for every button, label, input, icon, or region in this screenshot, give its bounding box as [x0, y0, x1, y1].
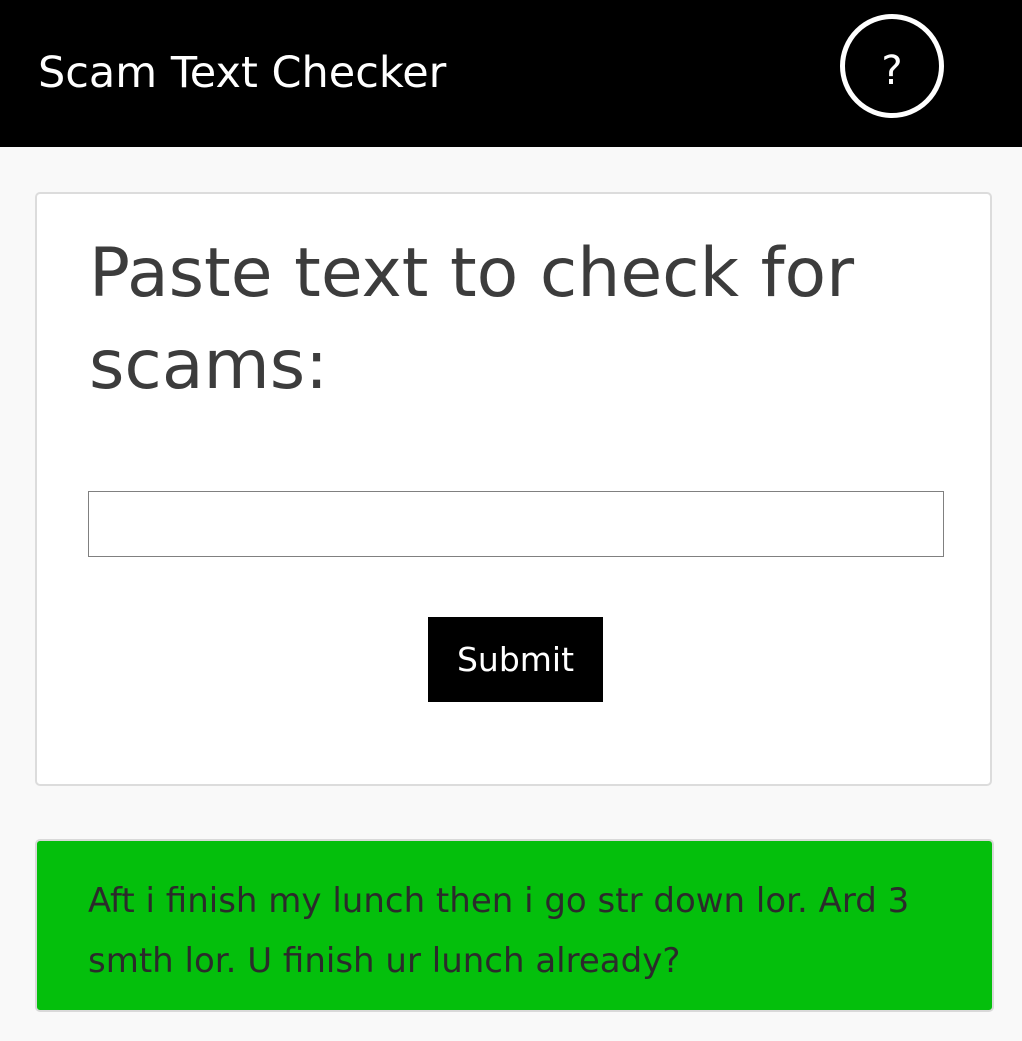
scam-text-input[interactable] — [88, 491, 944, 557]
check-form-card: Paste text to check for scams: Submit — [35, 192, 992, 786]
help-button[interactable]: ? — [840, 14, 944, 118]
form-heading: Paste text to check for scams: — [89, 234, 855, 405]
top-navbar: Scam Text Checker ? — [0, 0, 1022, 147]
result-message: Aft i finish my lunch then i go str down… — [88, 881, 910, 981]
app-title: Scam Text Checker — [38, 48, 447, 98]
submit-button[interactable]: Submit — [428, 617, 603, 702]
result-box: Aft i finish my lunch then i go str down… — [35, 839, 994, 1012]
